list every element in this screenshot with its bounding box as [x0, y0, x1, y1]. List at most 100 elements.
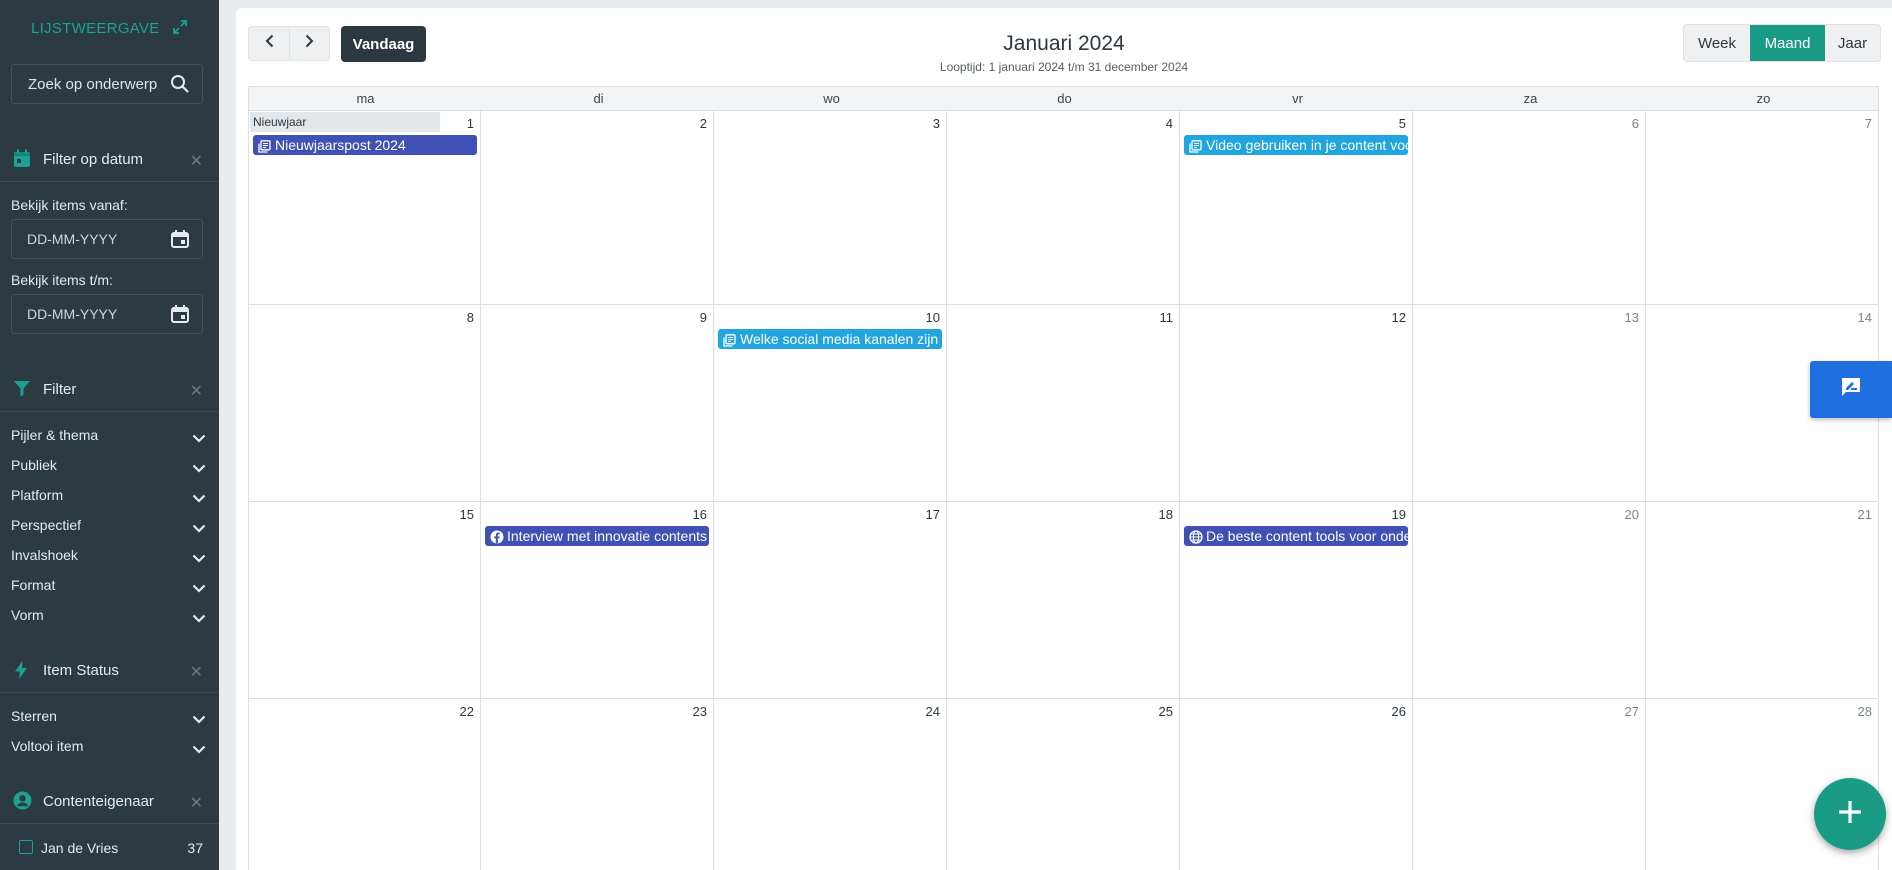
calendar-event[interactable]: Welke social media kanalen zijn re — [718, 329, 942, 349]
view-switcher: Week Maand Jaar — [1683, 24, 1881, 62]
filter-item-voltooi-item[interactable]: Voltooi item — [0, 732, 219, 762]
day-cell-8[interactable]: 8 — [248, 305, 481, 502]
search-input[interactable] — [12, 65, 162, 103]
day-number: 12 — [1391, 310, 1406, 325]
day-cell-20[interactable]: 20 — [1413, 502, 1646, 699]
weekday-za: za — [1523, 91, 1538, 106]
day-cell-22[interactable]: 22 — [248, 699, 481, 870]
chevron-down-icon — [192, 711, 206, 729]
event-title: Welke social media kanalen zijn re — [740, 331, 942, 347]
day-cell-3[interactable]: 3 — [714, 111, 947, 305]
calendar-event[interactable]: De beste content tools voor onde — [1184, 526, 1408, 546]
filter-item-sterren[interactable]: Sterren — [0, 702, 219, 732]
day-cell-17[interactable]: 17 — [714, 502, 947, 699]
article-icon — [1189, 138, 1202, 155]
owner-checkbox[interactable] — [19, 840, 33, 854]
chevron-down-icon — [192, 490, 206, 508]
date-filter-header: Filter op datum ✕ — [0, 136, 219, 182]
filter-item-publiek[interactable]: Publiek — [0, 451, 219, 481]
day-cell-4[interactable]: 4 — [947, 111, 1180, 305]
view-year-button[interactable]: Jaar — [1825, 25, 1880, 61]
day-cell-9[interactable]: 9 — [481, 305, 714, 502]
weekday-header: ma di wo do vr za zo — [248, 86, 1879, 111]
chevron-down-icon — [192, 550, 206, 568]
day-cell-5[interactable]: 5 Video gebruiken in je content voor — [1180, 111, 1413, 305]
content-owner-header: Contenteigenaar ✕ — [0, 778, 219, 824]
content-owner-title: Contenteigenaar — [43, 793, 154, 810]
day-cell-1[interactable]: 1 Nieuwjaar Nieuwjaarspost 2024 — [248, 111, 481, 305]
from-date-input[interactable] — [12, 220, 162, 258]
plus-icon — [1836, 798, 1864, 831]
day-number: 16 — [692, 507, 707, 522]
day-cell-7[interactable]: 7 — [1646, 111, 1879, 305]
day-cell-13[interactable]: 13 — [1413, 305, 1646, 502]
weekday-wo: wo — [823, 91, 840, 106]
day-cell-24[interactable]: 24 — [714, 699, 947, 870]
month-grid: ma di wo do vr za zo 1 Nieuwjaar Nieuwjaarspost … — [248, 86, 1879, 870]
day-cell-21[interactable]: 21 — [1646, 502, 1879, 699]
filter-item-invalshoek[interactable]: Invalshoek — [0, 541, 219, 571]
day-number: 3 — [932, 116, 940, 131]
filter-item-platform[interactable]: Platform — [0, 481, 219, 511]
day-cell-18[interactable]: 18 — [947, 502, 1180, 699]
search-icon[interactable] — [170, 74, 190, 99]
expand-icon — [172, 19, 188, 39]
calendar-event[interactable]: Interview met innovatie contents — [485, 526, 709, 546]
to-date-input[interactable] — [12, 295, 162, 333]
day-cell-10[interactable]: 10 Welke social media kanalen zijn re — [714, 305, 947, 502]
day-number: 18 — [1158, 507, 1173, 522]
day-number: 17 — [925, 507, 940, 522]
day-cell-6[interactable]: 6 — [1413, 111, 1646, 305]
weekday-ma: ma — [356, 91, 375, 106]
day-number: 14 — [1857, 310, 1872, 325]
weekday-vr: vr — [1292, 91, 1303, 106]
filter-item-pijler-thema[interactable]: Pijler & thema — [0, 421, 219, 451]
item-status-header: Item Status ✕ — [0, 647, 219, 693]
calendar-title: Januari 2024 — [1003, 32, 1125, 55]
day-cell-27[interactable]: 27 — [1413, 699, 1646, 870]
day-cell-15[interactable]: 15 — [248, 502, 481, 699]
chevron-down-icon — [192, 430, 206, 448]
day-cell-2[interactable]: 2 — [481, 111, 714, 305]
calendar-event[interactable]: Video gebruiken in je content voor — [1184, 135, 1408, 155]
article-icon — [258, 138, 271, 155]
day-cell-16[interactable]: 16 Interview met innovatie contents — [481, 502, 714, 699]
owner-row-jan-de-vries[interactable]: Jan de Vries 37 — [0, 835, 219, 865]
day-number: 24 — [925, 704, 940, 719]
search-box — [11, 64, 203, 104]
filter-item-vorm[interactable]: Vorm — [0, 601, 219, 631]
day-cell-19[interactable]: 19 De beste content tools voor onde — [1180, 502, 1413, 699]
chevron-down-icon — [192, 580, 206, 598]
weekday-zo: zo — [1756, 91, 1771, 106]
item-status-title: Item Status — [43, 662, 119, 679]
filter-item-format[interactable]: Format — [0, 571, 219, 601]
day-cell-26[interactable]: 26 — [1180, 699, 1413, 870]
view-week-button[interactable]: Week — [1684, 25, 1750, 61]
day-cell-25[interactable]: 25 — [947, 699, 1180, 870]
lightning-icon — [13, 660, 29, 685]
list-view-toggle[interactable]: LIJSTWEERGAVE — [0, 19, 219, 39]
calendar-picker-icon[interactable] — [170, 229, 190, 254]
day-cell-12[interactable]: 12 — [1180, 305, 1413, 502]
from-date-box — [11, 219, 203, 259]
day-number: 10 — [925, 310, 940, 325]
event-title: Nieuwjaarspost 2024 — [275, 137, 406, 153]
view-month-button[interactable]: Maand — [1750, 25, 1825, 61]
calendar-picker-icon[interactable] — [170, 304, 190, 329]
calendar-event[interactable]: Nieuwjaarspost 2024 — [253, 135, 477, 155]
calendar-subtitle: Looptijd: 1 januari 2024 t/m 31 december… — [939, 60, 1189, 74]
close-icon[interactable]: ✕ — [190, 793, 203, 813]
feedback-button[interactable] — [1810, 361, 1892, 418]
add-item-button[interactable] — [1814, 778, 1886, 850]
day-cell-11[interactable]: 11 — [947, 305, 1180, 502]
close-icon[interactable]: ✕ — [190, 381, 203, 401]
day-cell-23[interactable]: 23 — [481, 699, 714, 870]
filter-item-perspectief[interactable]: Perspectief — [0, 511, 219, 541]
day-number: 13 — [1624, 310, 1639, 325]
day-number: 21 — [1857, 507, 1872, 522]
day-number: 27 — [1624, 704, 1639, 719]
feedback-icon — [1840, 376, 1862, 403]
close-icon[interactable]: ✕ — [190, 151, 203, 171]
article-icon — [723, 332, 736, 349]
close-icon[interactable]: ✕ — [190, 662, 203, 682]
